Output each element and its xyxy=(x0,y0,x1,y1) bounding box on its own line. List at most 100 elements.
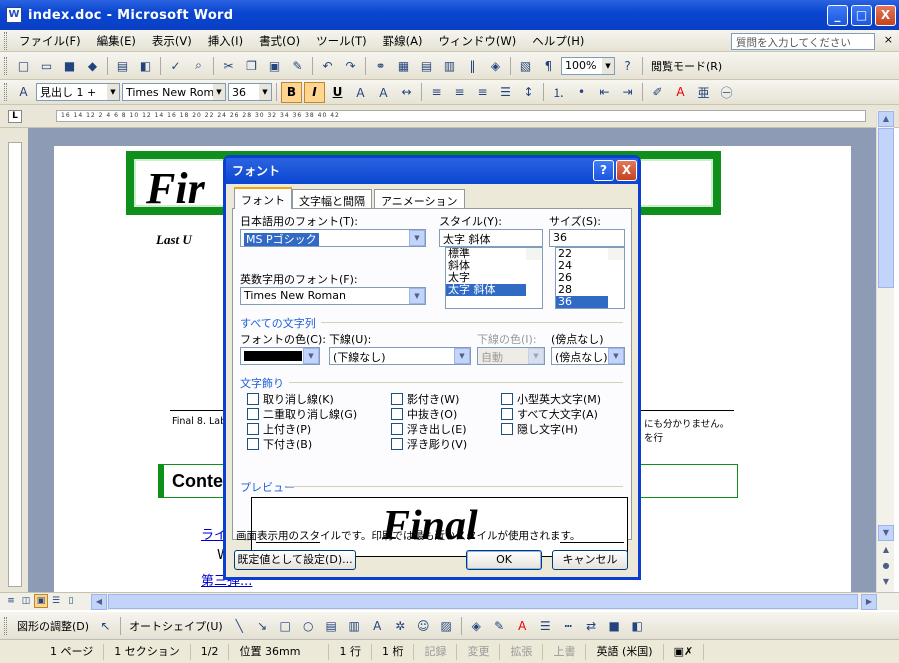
line-spacing-icon[interactable]: ↕ xyxy=(518,82,539,103)
align-justify-icon[interactable]: ≡ xyxy=(426,82,447,103)
scroll-right-icon[interactable]: ▶ xyxy=(861,594,877,610)
tab-animation[interactable]: アニメーション xyxy=(374,189,465,208)
scroll-thumb[interactable] xyxy=(108,594,858,609)
spelling-icon[interactable]: ✓ xyxy=(165,55,186,76)
char-border-icon[interactable]: Ａ xyxy=(350,82,371,103)
status-extend[interactable]: 拡張 xyxy=(500,643,544,660)
dash-style-icon[interactable]: ┅ xyxy=(558,615,579,636)
chevron-down-icon[interactable]: ▼ xyxy=(528,348,544,364)
chevron-down-icon[interactable]: ▼ xyxy=(454,348,470,364)
columns-icon[interactable]: ‖ xyxy=(462,55,483,76)
spelling-status-icon[interactable]: ▣✗ xyxy=(664,643,705,660)
emphasis-select[interactable]: (傍点なし) ▼ xyxy=(551,347,625,365)
vertical-scrollbar[interactable]: ▲ ▼ ▲ ● ▼ xyxy=(876,110,894,592)
menu-window[interactable]: ウィンドウ(W) xyxy=(430,33,524,49)
emboss-checkbox[interactable]: 浮き出し(E) xyxy=(391,421,467,437)
help-icon[interactable]: ? xyxy=(617,55,638,76)
3d-icon[interactable]: ◧ xyxy=(627,615,648,636)
chevron-down-icon[interactable]: ▼ xyxy=(602,57,614,74)
tab-font[interactable]: フォント xyxy=(234,187,292,209)
prev-page-icon[interactable]: ▲ xyxy=(878,543,894,559)
vertical-textbox-icon[interactable]: ▥ xyxy=(344,615,365,636)
line-icon[interactable]: ╲ xyxy=(229,615,250,636)
insert-excel-icon[interactable]: ▥ xyxy=(439,55,460,76)
document-map-icon[interactable]: ▧ xyxy=(515,55,536,76)
bullets-icon[interactable]: • xyxy=(571,82,592,103)
en-font-select[interactable]: Times New Roman ▼ xyxy=(240,287,426,305)
adjust-shapes-menu[interactable]: 図形の調整(D) xyxy=(13,618,93,634)
enclose-char-icon[interactable]: ㊀ xyxy=(716,82,737,103)
print-preview-icon[interactable]: ◧ xyxy=(135,55,156,76)
word-doc-icon[interactable]: W xyxy=(6,7,22,23)
menu-help[interactable]: ヘルプ(H) xyxy=(524,33,592,49)
fill-color-icon[interactable]: ◈ xyxy=(466,615,487,636)
next-page-icon[interactable]: ▼ xyxy=(878,575,894,591)
close-button[interactable]: X xyxy=(875,5,896,26)
subscript-checkbox[interactable]: 下付き(B) xyxy=(247,436,312,452)
numbering-icon[interactable]: ⒈ xyxy=(548,82,569,103)
open-icon[interactable]: ▭ xyxy=(36,55,57,76)
highlight-icon[interactable]: ✐ xyxy=(647,82,668,103)
menu-table[interactable]: 罫線(A) xyxy=(375,33,431,49)
status-track[interactable]: 変更 xyxy=(457,643,501,660)
font-color-select[interactable]: ▼ xyxy=(240,347,320,365)
close-doc-icon[interactable]: × xyxy=(884,33,893,46)
menu-view[interactable]: 表示(V) xyxy=(144,33,200,49)
arrow-style-icon[interactable]: ⇄ xyxy=(581,615,602,636)
shadow-icon[interactable]: ■ xyxy=(604,615,625,636)
status-rec[interactable]: 記録 xyxy=(414,643,458,660)
strikethrough-checkbox[interactable]: 取り消し線(K) xyxy=(247,391,334,407)
menu-edit[interactable]: 編集(E) xyxy=(89,33,144,49)
select-objects-icon[interactable]: ↖ xyxy=(95,615,116,636)
horizontal-ruler[interactable]: L 16 14 12 2 4 6 8 10 12 14 16 18 20 22 … xyxy=(0,105,899,128)
banner-text[interactable]: Fir xyxy=(146,163,205,214)
style-select[interactable]: 見出し 1 + ▼ xyxy=(36,83,120,101)
all-caps-checkbox[interactable]: すべて大文字(A) xyxy=(501,406,598,422)
cut-icon[interactable]: ✂ xyxy=(218,55,239,76)
distributed-icon[interactable]: ☰ xyxy=(495,82,516,103)
char-scale-icon[interactable]: ↔ xyxy=(396,82,417,103)
align-right-icon[interactable]: ≡ xyxy=(472,82,493,103)
chevron-down-icon[interactable]: ▼ xyxy=(608,348,624,364)
cancel-button[interactable]: キャンセル xyxy=(552,550,628,570)
chevron-down-icon[interactable]: ▼ xyxy=(409,288,425,304)
char-shading-icon[interactable]: Ａ xyxy=(373,82,394,103)
zoom-select[interactable]: 100% ▼ xyxy=(561,56,615,75)
scroll-thumb[interactable] xyxy=(878,128,894,288)
clipart-icon[interactable]: ☺ xyxy=(413,615,434,636)
footer-right-text-2[interactable]: を行 xyxy=(644,430,663,444)
jp-font-select[interactable]: MS Pゴシック ▼ xyxy=(240,229,426,247)
vertical-ruler[interactable] xyxy=(0,128,28,592)
wordart-icon[interactable]: A xyxy=(367,615,388,636)
maximize-button[interactable]: □ xyxy=(851,5,872,26)
diagram-icon[interactable]: ✲ xyxy=(390,615,411,636)
new-icon[interactable]: □ xyxy=(13,55,34,76)
chevron-down-icon[interactable]: ▼ xyxy=(409,230,425,246)
shadow-checkbox[interactable]: 影付き(W) xyxy=(391,391,459,407)
help-search-input[interactable]: 質問を入力してください xyxy=(731,33,875,50)
save-icon[interactable]: ■ xyxy=(59,55,80,76)
toolbar-grip[interactable] xyxy=(4,83,7,101)
phonetic-guide-icon[interactable]: 亜 xyxy=(693,82,714,103)
footer-left-text[interactable]: Final 8. Lab xyxy=(172,416,226,427)
scroll-up-icon[interactable]: ▲ xyxy=(878,111,894,127)
dialog-close-button[interactable]: X xyxy=(616,160,637,181)
research-icon[interactable]: ⌕ xyxy=(188,55,209,76)
superscript-checkbox[interactable]: 上付き(P) xyxy=(247,421,311,437)
toolbar-grip[interactable] xyxy=(4,616,7,635)
print-icon[interactable]: ▤ xyxy=(112,55,133,76)
permission-icon[interactable]: ◆ xyxy=(82,55,103,76)
browse-object-icon[interactable]: ● xyxy=(878,559,894,575)
menu-tools[interactable]: ツール(T) xyxy=(308,33,375,49)
underline-button[interactable]: U xyxy=(327,82,348,103)
chevron-down-icon[interactable]: ▼ xyxy=(303,348,319,364)
engrave-checkbox[interactable]: 浮き彫り(V) xyxy=(391,436,467,452)
underline-color-select[interactable]: 自動 ▼ xyxy=(477,347,545,365)
font-select[interactable]: Times New Roma ▼ xyxy=(122,83,226,101)
oval-icon[interactable]: ○ xyxy=(298,615,319,636)
outline-view-icon[interactable]: ☰ xyxy=(49,594,63,608)
paste-icon[interactable]: ▣ xyxy=(264,55,285,76)
show-hide-icon[interactable]: ¶ xyxy=(538,55,559,76)
set-default-button[interactable]: 既定値として設定(D)... xyxy=(234,550,356,570)
font-color-icon[interactable]: A xyxy=(670,82,691,103)
